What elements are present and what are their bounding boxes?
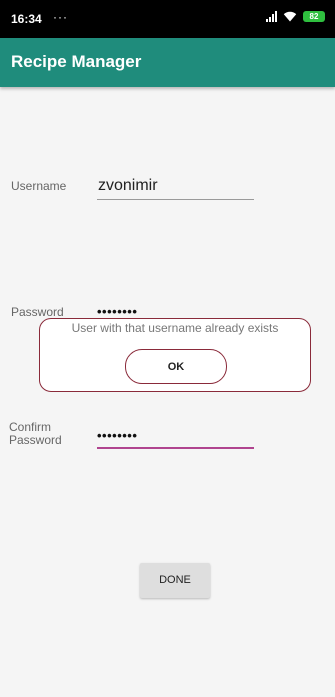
confirm-label-line2: Password [9,433,62,447]
status-bar: 16:34 ··· 82 [0,0,335,38]
username-label: Username [11,179,67,193]
confirm-password-label: Confirm Password [9,421,62,447]
confirm-label-line1: Confirm [9,420,52,434]
battery-icon: 82 [303,11,325,22]
wifi-icon [283,11,297,22]
done-button[interactable]: DONE [140,563,210,598]
signal-icon [266,11,277,22]
notification-dots-icon: ··· [53,10,68,24]
confirm-password-input[interactable]: •••••••• [97,428,137,443]
error-dialog: User with that username already exists O… [39,318,311,392]
ok-button[interactable]: OK [125,349,227,384]
app-bar: Recipe Manager [0,38,335,87]
dialog-message: User with that username already exists [71,321,279,335]
status-icons: 82 [266,11,325,22]
username-input[interactable]: zvonimir [98,177,158,195]
username-underline [97,199,254,200]
app-title: Recipe Manager [11,52,142,71]
confirm-password-underline [97,447,254,449]
password-input[interactable]: •••••••• [97,304,137,319]
status-time: 16:34 [11,12,42,26]
